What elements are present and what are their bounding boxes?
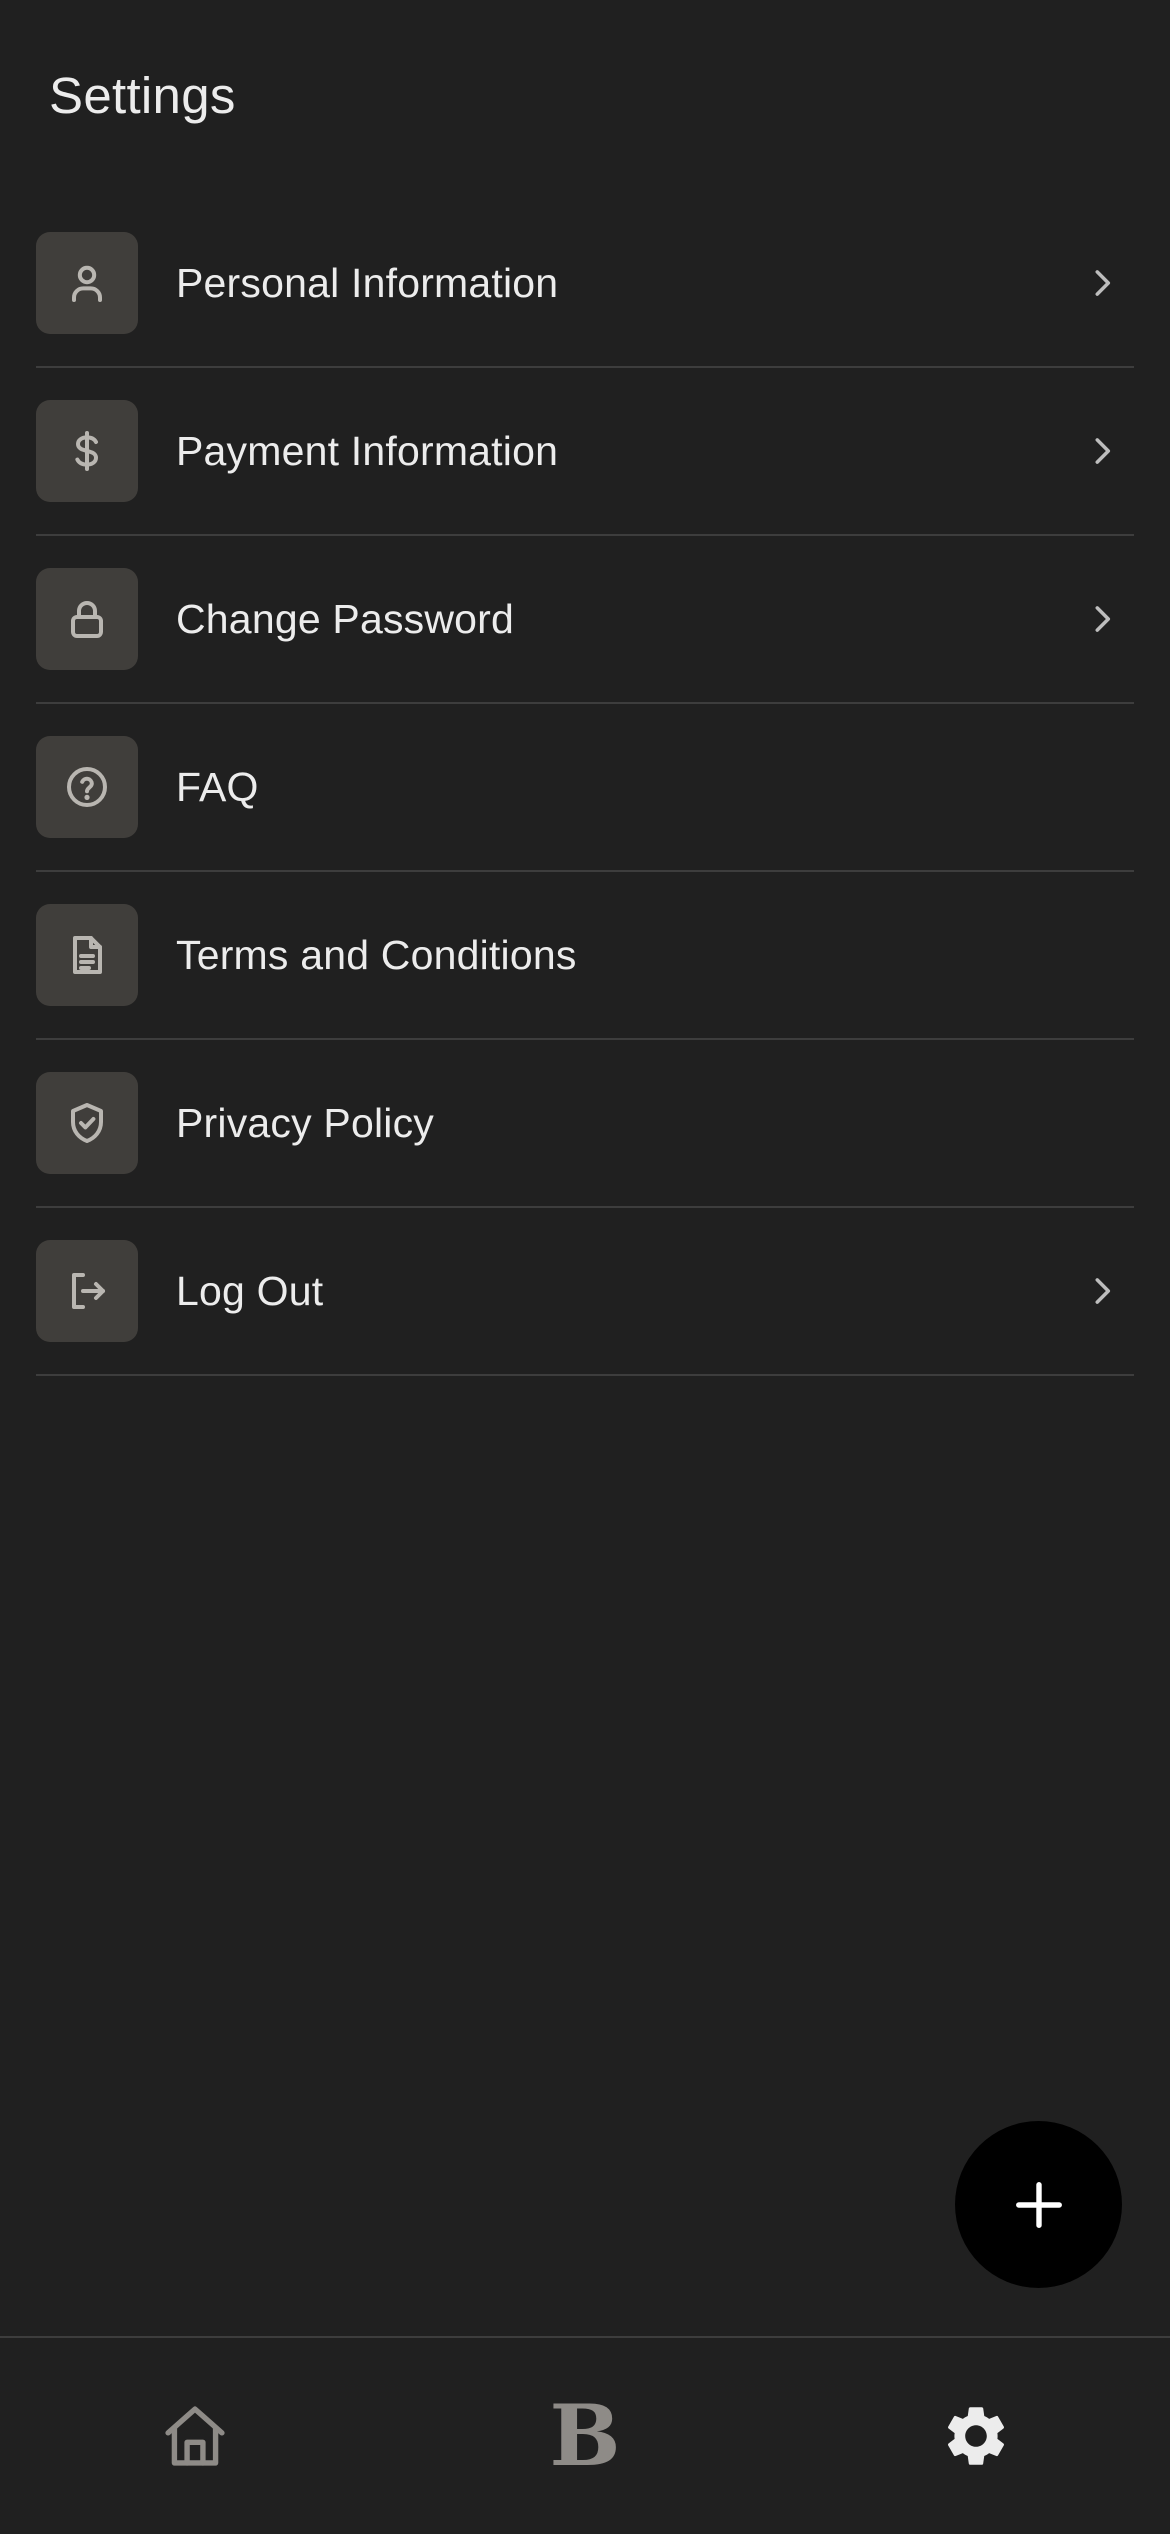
settings-item-personal-information[interactable]: Personal Information [36, 200, 1134, 368]
chevron-right-icon [1082, 599, 1122, 639]
question-circle-icon [36, 736, 138, 838]
document-icon [36, 904, 138, 1006]
settings-item-label: Privacy Policy [176, 1099, 434, 1146]
dollar-icon [36, 400, 138, 502]
nav-home-tab[interactable] [95, 2338, 295, 2534]
plus-icon [1015, 2181, 1062, 2228]
settings-item-privacy-policy[interactable]: Privacy Policy [36, 1040, 1134, 1208]
settings-item-label: Change Password [176, 595, 515, 642]
settings-item-faq[interactable]: FAQ [36, 704, 1134, 872]
settings-item-log-out[interactable]: Log Out [36, 1208, 1134, 1376]
gear-icon [947, 2407, 1005, 2465]
settings-item-label: Payment Information [176, 427, 559, 474]
home-icon [165, 2406, 225, 2466]
bottom-navigation: B [0, 2336, 1170, 2534]
settings-list: Personal Information Payment Information… [36, 200, 1134, 1376]
lock-icon [36, 568, 138, 670]
settings-item-terms-and-conditions[interactable]: Terms and Conditions [36, 872, 1134, 1040]
add-button[interactable] [955, 2121, 1122, 2288]
shield-check-icon [36, 1072, 138, 1174]
settings-item-label: Terms and Conditions [176, 931, 577, 978]
settings-item-label: FAQ [176, 763, 259, 810]
nav-settings-tab[interactable] [876, 2338, 1076, 2534]
settings-item-label: Log Out [176, 1267, 324, 1314]
chevron-right-icon [1082, 431, 1122, 471]
settings-item-change-password[interactable]: Change Password [36, 536, 1134, 704]
chevron-right-icon [1082, 1271, 1122, 1311]
nav-brand-tab[interactable]: B [485, 2338, 685, 2534]
settings-item-payment-information[interactable]: Payment Information [36, 368, 1134, 536]
settings-item-label: Personal Information [176, 259, 559, 306]
page-title: Settings [49, 67, 236, 124]
brand-logo-icon: B [549, 2386, 621, 2485]
logout-icon [36, 1240, 138, 1342]
chevron-right-icon [1082, 263, 1122, 303]
person-icon [36, 232, 138, 334]
